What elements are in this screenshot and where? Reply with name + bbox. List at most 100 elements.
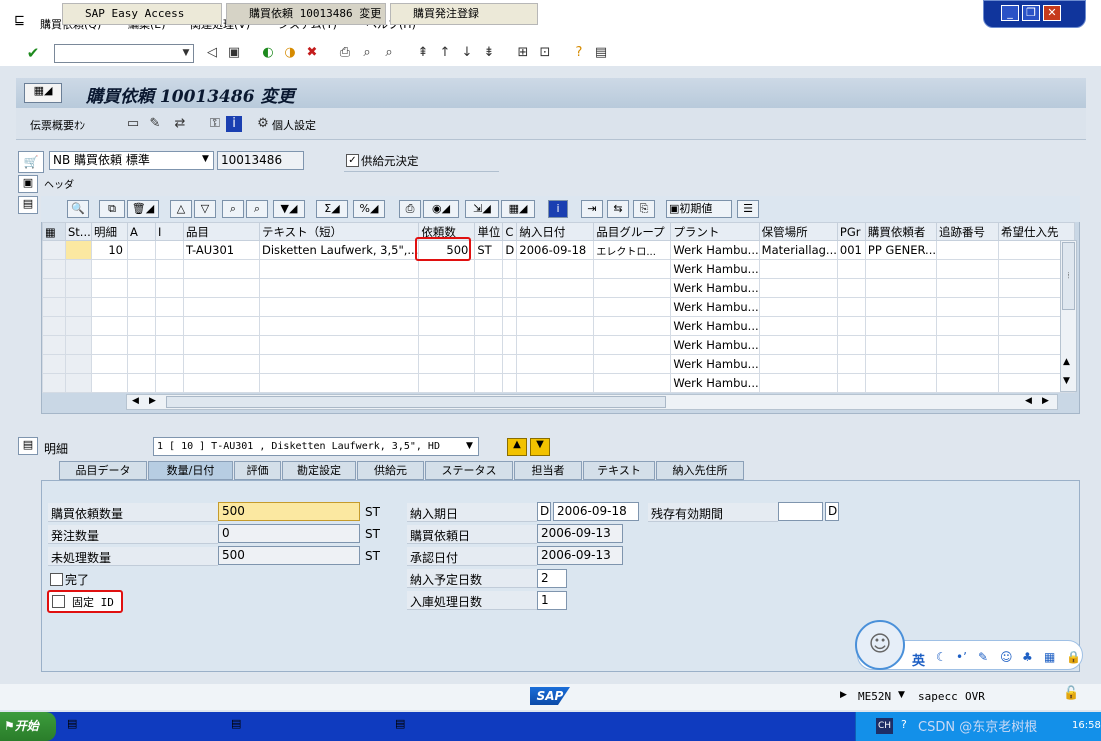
cell-status[interactable] (65, 373, 92, 393)
views-icon[interactable]: ◉◢ (423, 200, 459, 218)
table-cell[interactable] (258, 259, 420, 279)
command-dropdown-icon[interactable]: ▼ (176, 43, 196, 63)
task-sap-easy-access[interactable]: SAP Easy Access (62, 3, 222, 25)
create-icon[interactable]: ▭ (123, 114, 143, 134)
exit-icon[interactable]: ◑ (280, 43, 300, 63)
enter-icon[interactable]: ✔ (23, 43, 43, 63)
table-cell[interactable] (593, 278, 672, 298)
table-cell[interactable] (864, 373, 938, 393)
table-cell[interactable] (258, 354, 420, 374)
table-cell[interactable] (836, 297, 866, 317)
delivery-date-field[interactable]: 2006-09-18 (553, 502, 639, 521)
cell-text[interactable]: Disketten Laufwerk, 3,5",... (258, 240, 420, 260)
table-cell[interactable] (127, 297, 156, 317)
shelf-unit-field[interactable]: D (825, 502, 839, 521)
col-tracking[interactable]: 追跡番号 (936, 222, 1000, 241)
table-cell[interactable] (936, 354, 1000, 374)
cell-tracking[interactable] (936, 240, 1000, 260)
table-row[interactable]: Werk Hambu... (42, 316, 1076, 336)
grid-action1-icon[interactable]: ⇥ (581, 200, 603, 218)
table-cell[interactable] (864, 354, 938, 374)
grid-info-icon[interactable]: i (548, 200, 568, 218)
col-i[interactable]: I (155, 222, 184, 241)
table-cell[interactable] (155, 373, 184, 393)
col-pgr[interactable]: PGr (836, 222, 866, 241)
start-button[interactable]: ⚑开始 (0, 712, 56, 741)
next-item-icon[interactable]: ▼ (530, 438, 550, 456)
table-cell[interactable] (758, 335, 838, 355)
row-selector[interactable] (42, 278, 66, 298)
system-menu-icon[interactable]: ⊑ (14, 13, 25, 28)
table-cell[interactable] (155, 297, 184, 317)
table-cell[interactable] (474, 373, 504, 393)
help-icon[interactable]: ? (569, 43, 589, 63)
find-grid-icon[interactable]: ⌕ (222, 200, 244, 218)
table-cell[interactable] (183, 278, 260, 298)
table-cell[interactable] (936, 373, 1000, 393)
table-row[interactable]: Werk Hambu... (42, 278, 1076, 298)
row-selector[interactable] (42, 354, 66, 374)
table-cell[interactable] (155, 354, 184, 374)
command-field[interactable] (54, 44, 194, 63)
select-all-icon[interactable]: ▦ (42, 222, 66, 241)
ime-grid-icon[interactable]: ▦ (1044, 650, 1055, 664)
fixed-id-checkbox[interactable] (52, 595, 65, 608)
first-page-icon[interactable]: ⇞ (413, 43, 433, 63)
tray-lang[interactable]: CH (876, 718, 893, 734)
table-cell[interactable] (155, 335, 184, 355)
scroll-left-icon[interactable]: ◀ (132, 396, 139, 406)
back-arrow-icon[interactable]: ◁ (202, 43, 222, 63)
print-icon[interactable]: ⎙ (335, 43, 355, 63)
table-cell[interactable] (183, 373, 260, 393)
row-selector[interactable] (42, 335, 66, 355)
table-row[interactable]: Werk Hambu... (42, 297, 1076, 317)
table-row[interactable]: Werk Hambu... (42, 259, 1076, 279)
table-cell[interactable] (836, 335, 866, 355)
table-cell[interactable] (418, 278, 476, 298)
status-mode[interactable]: OVR (965, 690, 985, 703)
filter-icon[interactable]: ▼◢ (273, 200, 305, 218)
table-cell[interactable] (758, 354, 838, 374)
display-change-icon[interactable]: ✎ (145, 114, 165, 134)
cell-plant[interactable]: Werk Hambu... (670, 297, 760, 317)
layout-icon[interactable]: ▤ (591, 43, 611, 63)
tray-help-icon[interactable]: ? (901, 718, 907, 731)
cell-matgroup[interactable]: エレクトロ... (593, 240, 672, 260)
table-cell[interactable] (183, 297, 260, 317)
table-cell[interactable] (127, 316, 156, 336)
find-next-icon[interactable]: ⌕ (379, 43, 399, 63)
cell-plant[interactable]: Werk Hambu... (670, 373, 760, 393)
other-req-icon[interactable]: ⇄ (170, 114, 190, 134)
new-session-icon[interactable]: ⊞ (513, 43, 533, 63)
cell-pgr[interactable]: 001 (836, 240, 866, 260)
grid-hscroll-thumb[interactable] (166, 396, 666, 408)
close-button[interactable]: ✕ (1043, 5, 1061, 21)
table-cell[interactable] (91, 297, 128, 317)
save-icon[interactable]: ▣ (224, 43, 244, 63)
qty-input[interactable]: 500 (218, 502, 360, 521)
col-vendor[interactable]: 希望仕入先 (998, 222, 1076, 241)
tab-text[interactable]: テキスト (583, 461, 655, 480)
cell-item[interactable]: 10 (91, 240, 128, 260)
copy-row-icon[interactable]: ⧉ (99, 200, 125, 218)
col-item[interactable]: 明細 (91, 222, 128, 241)
status-transaction[interactable]: ME52N (858, 690, 891, 703)
grid-config-icon[interactable]: ☰ (737, 200, 759, 218)
cell-a[interactable] (127, 240, 156, 260)
col-material[interactable]: 品目 (183, 222, 260, 241)
table-cell[interactable] (836, 278, 866, 298)
row-selector[interactable] (42, 316, 66, 336)
col-text[interactable]: テキスト（短） (258, 222, 420, 241)
sort-desc-icon[interactable]: ▽ (194, 200, 216, 218)
table-cell[interactable] (183, 259, 260, 279)
table-cell[interactable] (183, 316, 260, 336)
table-cell[interactable] (474, 259, 504, 279)
table-cell[interactable] (418, 297, 476, 317)
restore-button[interactable]: ❐ (1022, 5, 1040, 21)
tab-source[interactable]: 供給元 (357, 461, 424, 480)
col-c[interactable]: C (502, 222, 518, 241)
cancel-icon[interactable]: ✖ (302, 43, 322, 63)
last-page-icon[interactable]: ⇟ (479, 43, 499, 63)
print-grid-icon[interactable]: ⎙ (399, 200, 421, 218)
personal-settings-button[interactable]: 個人設定 (272, 117, 316, 133)
